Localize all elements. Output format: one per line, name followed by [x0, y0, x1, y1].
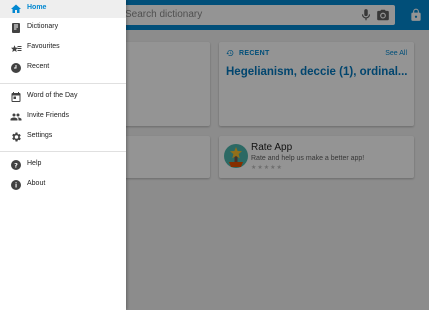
- clock-icon: [11, 63, 21, 73]
- home-icon: [11, 4, 21, 13]
- drawer-item-dictionary[interactable]: Dictionary: [0, 19, 126, 37]
- book-icon: [12, 23, 20, 33]
- calendar-icon: [11, 92, 21, 102]
- help-icon: ?: [11, 160, 21, 170]
- star-icon: [11, 45, 22, 52]
- drawer-item-label: Favourites: [27, 43, 60, 50]
- people-icon: [10, 113, 22, 121]
- info-icon: [11, 180, 21, 190]
- drawer-item-recent[interactable]: Recent: [0, 59, 126, 77]
- drawer-item-about[interactable]: About: [0, 176, 126, 194]
- drawer-item-invite-friends[interactable]: Invite Friends: [0, 108, 126, 126]
- drawer-item-label: Dictionary: [27, 23, 59, 30]
- drawer-item-favourites[interactable]: Favourites: [0, 39, 126, 57]
- drawer-item-label: Home: [27, 4, 47, 11]
- drawer-item-label: About: [27, 180, 46, 187]
- svg-text:?: ?: [14, 161, 18, 169]
- drawer-item-help[interactable]: ? Help: [0, 156, 126, 174]
- drawer-item-word-of-the-day[interactable]: Word of the Day: [0, 88, 126, 106]
- drawer-divider: [0, 151, 126, 152]
- drawer-item-settings[interactable]: Settings: [0, 128, 126, 146]
- navigation-drawer: Home Dictionary Favourites Recent Word o…: [0, 0, 126, 310]
- drawer-item-label: Help: [27, 160, 42, 167]
- drawer-item-label: Settings: [27, 132, 53, 139]
- drawer-item-label: Invite Friends: [27, 112, 70, 119]
- drawer-divider: [0, 83, 126, 84]
- gear-icon: [12, 132, 21, 142]
- drawer-item-home[interactable]: Home: [0, 0, 126, 18]
- drawer-item-label: Word of the Day: [27, 92, 78, 99]
- drawer-item-label: Recent: [27, 63, 50, 70]
